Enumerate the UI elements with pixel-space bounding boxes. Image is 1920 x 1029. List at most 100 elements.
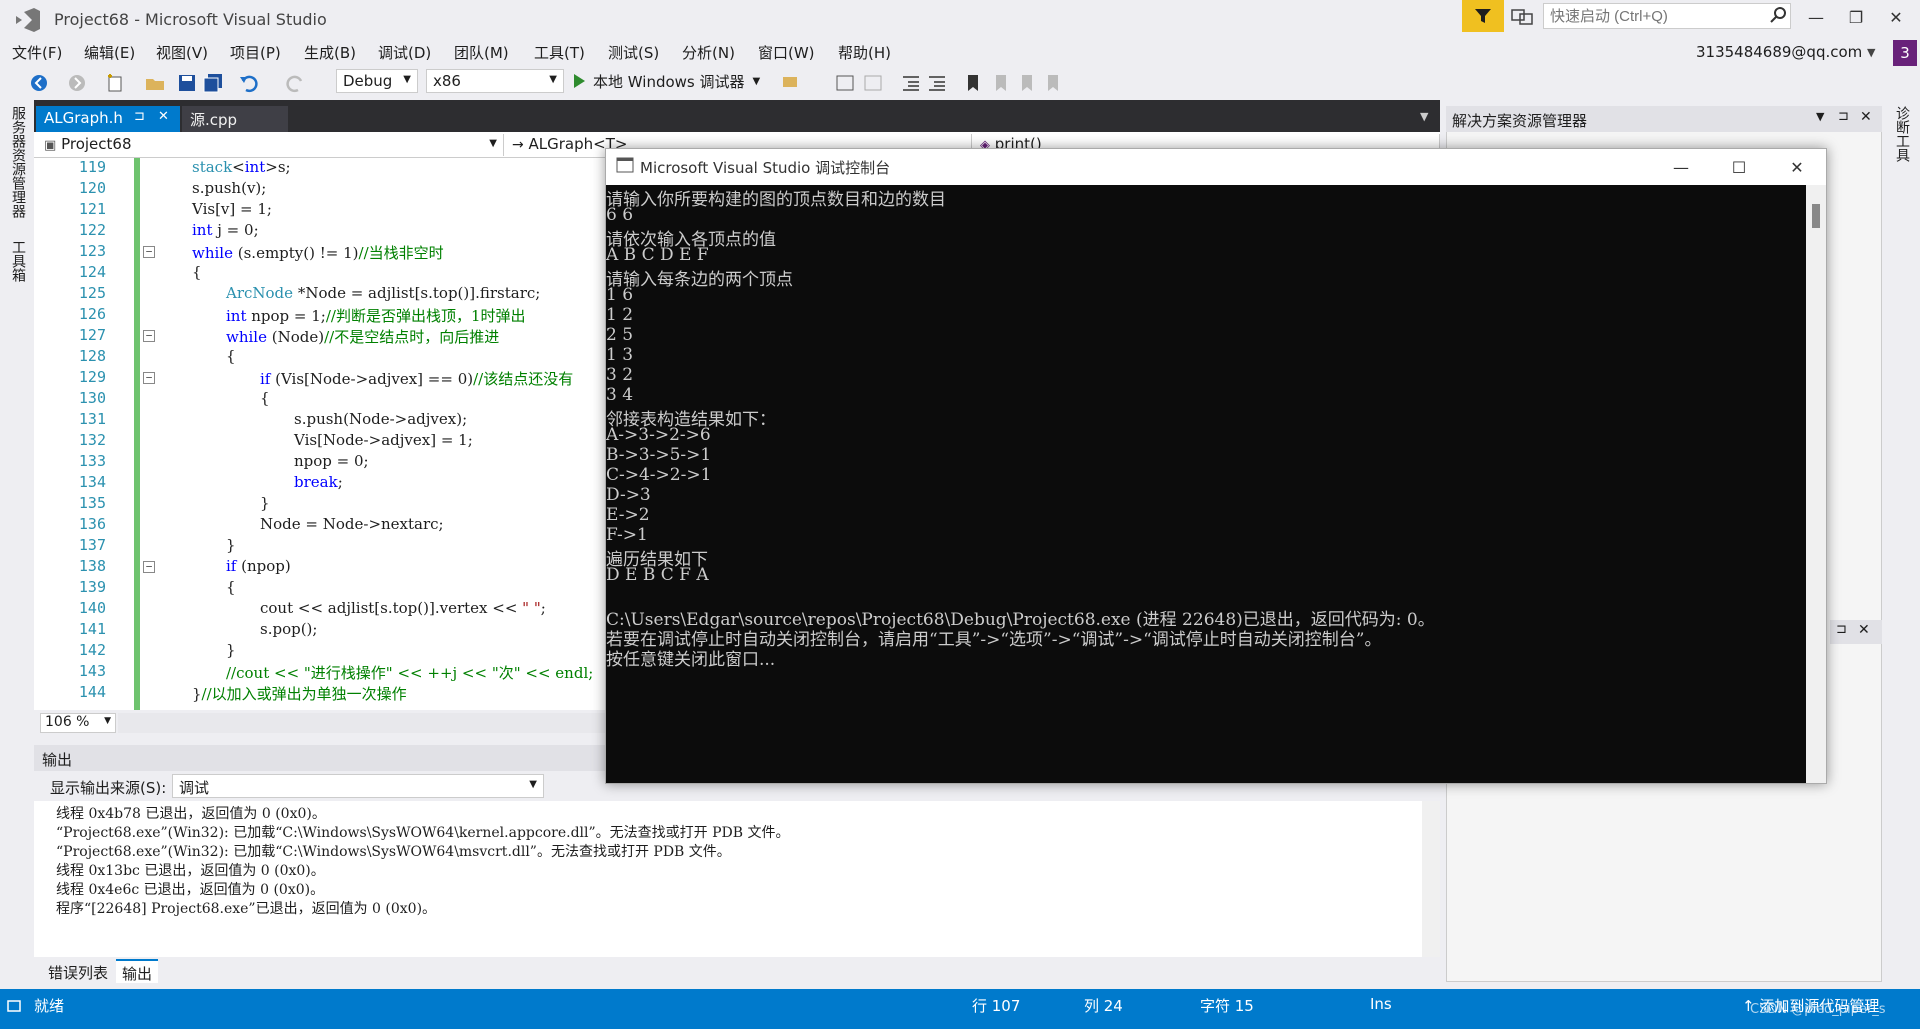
line-number: 134 [78,473,106,491]
console-line: 1 3 [606,345,634,365]
navigate-back-icon[interactable] [28,72,50,94]
tab-label: 源.cpp [190,111,238,129]
close-icon[interactable]: ✕ [158,109,169,124]
open-file-icon[interactable] [144,72,166,94]
tab-error-list[interactable]: 错误列表 [44,961,112,983]
menu-build[interactable]: 生成(B) [304,42,356,63]
console-close-button[interactable]: ✕ [1768,150,1826,184]
line-number: 143 [78,662,106,680]
output-vertical-scrollbar[interactable] [1422,801,1440,957]
indent-icon[interactable] [926,72,948,94]
close-icon[interactable]: ✕ [1858,622,1870,638]
menu-window[interactable]: 窗口(W) [758,42,815,63]
change-tracking-bar [134,158,140,710]
left-tool-strip: 服务器资源管理器 工具箱 [0,100,34,989]
chevron-down-icon[interactable]: ▼ [1867,46,1875,59]
collapse-icon[interactable]: − [143,246,155,258]
chevron-down-icon[interactable]: ▼ [1816,110,1824,123]
code-line: s.push(v); [192,179,267,197]
tab-yuan-cpp[interactable]: 源.cpp [182,106,288,132]
feedback-icon[interactable] [1510,6,1534,28]
save-icon[interactable] [176,72,198,94]
redo-icon[interactable] [284,72,306,94]
platform-value: x86 [433,72,461,90]
restore-button[interactable]: ❐ [1836,4,1876,30]
previous-bookmark-icon[interactable] [990,72,1012,94]
collapse-icon[interactable]: − [143,372,155,384]
collapse-icon[interactable]: − [143,561,155,573]
toggle-icon[interactable] [862,72,884,94]
bookmark-icon[interactable] [962,72,984,94]
account-badge[interactable]: 3 [1893,40,1917,66]
undo-icon[interactable] [238,72,260,94]
code-line: if (npop) [226,557,291,575]
diagnostic-tools-tab[interactable]: 诊断工具 [1892,106,1912,162]
line-number: 128 [78,347,106,365]
menu-debug[interactable]: 调试(D) [378,42,431,63]
navigate-forward-icon[interactable] [66,72,88,94]
notification-filter-button[interactable] [1462,0,1504,32]
platform-select[interactable]: x86 ▼ [426,69,564,93]
toolbox-tab[interactable]: 工具箱 [8,240,28,282]
console-scrollbar-thumb[interactable] [1812,204,1820,228]
console-line: D->3 [606,485,651,505]
configuration-select[interactable]: Debug ▼ [336,69,418,93]
new-project-icon[interactable] [104,72,126,94]
console-output: 请输入你所要构建的图的顶点数目和边的数目 6 6 请依次输入各顶点的值 A B … [606,185,1806,783]
output-text-area[interactable]: 线程 0x4b78 已退出，返回值为 0 (0x0)。 “Project68.e… [34,801,1422,957]
close-button[interactable]: ✕ [1876,4,1916,30]
account-name[interactable]: 3135484689@qq.com [1696,43,1862,61]
console-vertical-scrollbar[interactable] [1806,185,1826,783]
code-line: Vis[Node->adjvex] = 1; [294,431,473,449]
console-line: 3 4 [606,385,634,405]
menu-tools[interactable]: 工具(T) [534,42,585,63]
minimize-button[interactable]: — [1796,4,1836,30]
solution-explorer-icon[interactable] [834,72,856,94]
console-line: 1 6 [606,285,634,305]
console-line: D E B C F A [606,565,709,585]
menu-view[interactable]: 视图(V) [156,42,208,63]
server-explorer-tab[interactable]: 服务器资源管理器 [8,106,28,218]
output-source-select[interactable]: 调试 ▼ [172,774,544,798]
pin-icon[interactable]: ⊐ [134,109,145,124]
pin-icon[interactable]: ⊐ [1836,622,1847,637]
search-icon[interactable] [1770,6,1788,24]
menu-team[interactable]: 团队(M) [454,42,509,63]
chevron-down-icon[interactable]: ▼ [1420,110,1428,123]
zoom-level-select[interactable]: 106 % ▼ [40,713,116,733]
next-bookmark-icon[interactable] [1016,72,1038,94]
zoom-value: 106 % [45,714,90,730]
menu-project[interactable]: 项目(P) [230,42,281,63]
chevron-down-icon: ▼ [489,138,497,149]
menu-test[interactable]: 测试(S) [608,42,659,63]
pin-icon[interactable]: ⊐ [1838,109,1849,124]
play-icon [574,74,585,88]
configuration-value: Debug [343,72,393,90]
outdent-icon[interactable] [900,72,922,94]
save-all-icon[interactable] [202,72,224,94]
tab-output[interactable]: 输出 [116,959,159,983]
secondary-panel-header: ⊐ ✕ [1830,620,1882,644]
solution-explorer-title: 解决方案资源管理器 [1452,112,1588,130]
quick-launch-input[interactable] [1543,3,1791,29]
horizontal-scrollbar[interactable] [118,713,606,733]
collapse-icon[interactable]: − [143,330,155,342]
right-tool-strip: 诊断工具 [1882,100,1920,989]
code-line: { [226,578,236,596]
menu-file[interactable]: 文件(F) [12,42,62,63]
line-number: 130 [78,389,106,407]
close-icon[interactable]: ✕ [1860,109,1872,125]
menu-edit[interactable]: 编辑(E) [84,42,135,63]
clear-bookmarks-icon[interactable] [1042,72,1064,94]
tab-algraph-h[interactable]: ALGraph.h ⊐ ✕ [36,106,180,132]
menu-help[interactable]: 帮助(H) [838,42,891,63]
chevron-down-icon: ▼ [752,75,761,87]
start-debugging-button[interactable]: 本地 Windows 调试器 ▼ [574,70,760,92]
menu-analyze[interactable]: 分析(N) [682,42,735,63]
find-icon[interactable] [780,72,802,94]
project-scope-select[interactable]: ▣ Project68 ▼ [40,134,504,156]
line-number: 142 [78,641,106,659]
output-line: 线程 0x13bc 已退出，返回值为 0 (0x0)。 [56,863,325,879]
console-minimize-button[interactable]: — [1652,150,1710,184]
console-maximize-button[interactable]: ☐ [1710,150,1768,184]
